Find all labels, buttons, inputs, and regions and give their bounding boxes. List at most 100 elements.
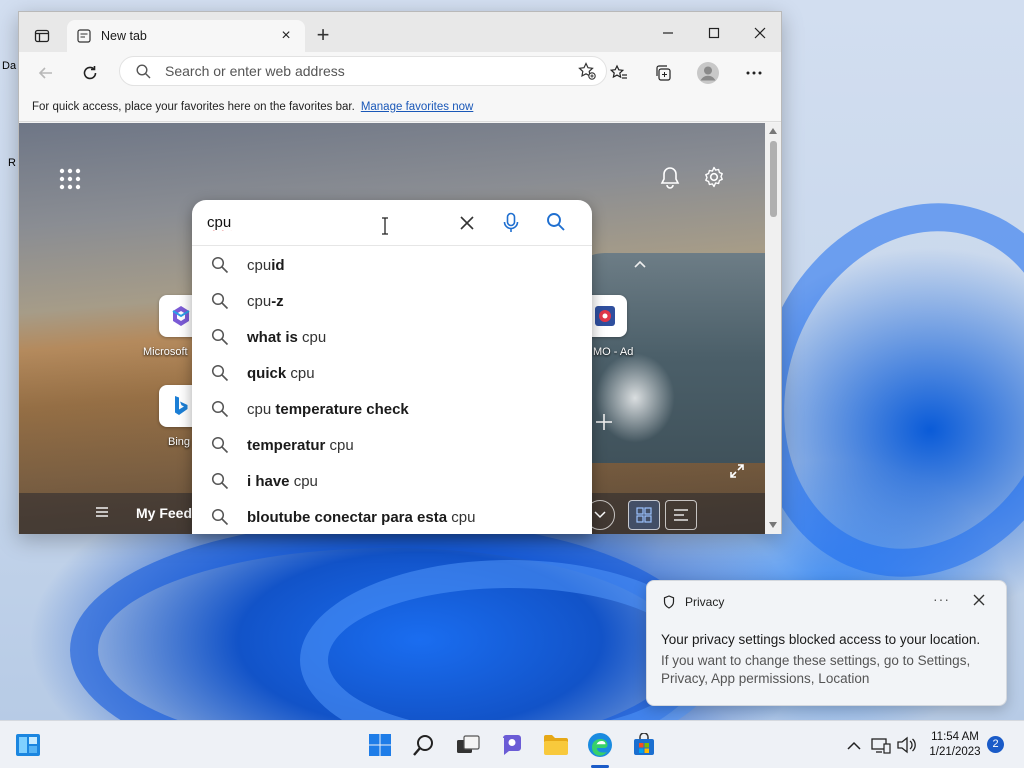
search-suggestion-item[interactable]: cpuid: [192, 247, 592, 283]
ad-site-icon: [595, 306, 615, 326]
close-icon: [973, 594, 985, 606]
browser-toolbar: [19, 52, 781, 92]
notification-more-button[interactable]: ···: [933, 591, 950, 607]
minimize-button[interactable]: [645, 20, 691, 46]
feed-title[interactable]: My Feed: [136, 505, 192, 521]
search-icon: [136, 63, 151, 78]
minimize-icon: [663, 32, 673, 34]
collections-button[interactable]: [648, 58, 678, 88]
notification-count-badge[interactable]: 2: [987, 736, 1004, 753]
voice-search-button[interactable]: [502, 212, 520, 239]
network-button[interactable]: [867, 731, 895, 759]
scroll-down-arrow-icon[interactable]: [769, 522, 777, 528]
web-search-box: cpuid cpu-z what is cpu quick cpu cpu temper…: [192, 200, 592, 534]
star-add-icon: [578, 62, 596, 80]
maximize-button[interactable]: [691, 20, 737, 46]
privacy-notification[interactable]: Privacy ··· Your privacy settings blocke…: [646, 580, 1007, 706]
search-suggestion-text: temperatur cpu: [247, 436, 354, 454]
search-suggestion-item[interactable]: bloutube conectar para esta cpu: [192, 499, 592, 534]
start-button[interactable]: [366, 731, 394, 759]
grid-view-icon: [636, 507, 652, 523]
search-suggestion-text: bloutube conectar para esta cpu: [247, 508, 476, 526]
scroll-up-arrow-icon[interactable]: [769, 128, 777, 134]
edge-taskbar-button[interactable]: [586, 731, 614, 759]
settings-more-button[interactable]: [739, 58, 769, 88]
folder-icon: [544, 735, 568, 755]
tab-actions-button[interactable]: [29, 23, 55, 49]
chevron-up-icon: [847, 741, 861, 750]
favorites-bar-message: For quick access, place your favorites h…: [32, 100, 355, 113]
submit-search-button[interactable]: [546, 212, 566, 237]
close-icon: [460, 216, 474, 230]
grid-view-button[interactable]: [628, 500, 660, 530]
add-favorite-button[interactable]: [578, 62, 596, 85]
notification-close-button[interactable]: [973, 593, 985, 611]
search-suggestion-item[interactable]: cpu-z: [192, 283, 592, 319]
gear-icon: [705, 166, 723, 188]
page-scrollbar[interactable]: [765, 123, 781, 534]
hamburger-menu-icon[interactable]: [95, 505, 109, 519]
store-button[interactable]: [630, 731, 658, 759]
search-suggestion-item[interactable]: what is cpu: [192, 319, 592, 355]
collections-icon: [656, 65, 671, 81]
search-icon: [211, 256, 229, 274]
address-input[interactable]: [165, 63, 545, 79]
microsoft-365-icon: [172, 306, 190, 326]
edge-icon: [588, 733, 612, 757]
system-clock[interactable]: 11:54 AM 1/21/2023: [920, 730, 990, 760]
add-site-icon[interactable]: [595, 413, 613, 431]
page-settings-button[interactable]: [703, 166, 725, 193]
address-bar[interactable]: [119, 56, 607, 86]
search-suggestion-item[interactable]: i have cpu: [192, 463, 592, 499]
desktop-icon-label[interactable]: Da: [2, 60, 16, 72]
task-view-button[interactable]: [454, 731, 482, 759]
search-suggestion-text: what is cpu: [247, 328, 327, 346]
search-suggestion-item[interactable]: quick cpu: [192, 355, 592, 391]
search-suggestion-item[interactable]: temperatur cpu: [192, 427, 592, 463]
more-horizontal-icon: [746, 71, 762, 75]
back-button[interactable]: [31, 58, 61, 88]
file-explorer-button[interactable]: [542, 731, 570, 759]
show-hidden-icons-button[interactable]: [840, 731, 868, 759]
search-suggestion-text: cpu temperature check: [247, 400, 409, 418]
list-view-button[interactable]: [665, 500, 697, 530]
title-bar: New tab × +: [19, 12, 781, 52]
favorites-icon: [610, 64, 627, 79]
new-tab-button[interactable]: +: [311, 24, 335, 48]
manage-favorites-link[interactable]: Manage favorites now: [361, 101, 474, 113]
new-tab-page-icon: [77, 29, 91, 43]
taskbar: 11:54 AM 1/21/2023 2: [0, 720, 1024, 768]
notifications-button[interactable]: [659, 166, 681, 195]
apps-launcher-button[interactable]: [59, 168, 83, 192]
quick-link-label: MO - Ad: [593, 346, 634, 358]
chat-button[interactable]: [498, 731, 526, 759]
fullscreen-image-button[interactable]: [729, 463, 745, 484]
clear-search-button[interactable]: [458, 214, 476, 237]
back-arrow-icon: [38, 67, 52, 79]
tab-new-tab[interactable]: New tab ×: [67, 20, 305, 52]
list-view-icon: [674, 509, 688, 521]
profile-button[interactable]: [693, 58, 723, 88]
close-window-button[interactable]: [737, 20, 783, 46]
speaker-icon: [897, 736, 916, 754]
scroll-thumb[interactable]: [770, 141, 777, 217]
refresh-button[interactable]: [75, 58, 105, 88]
refresh-icon: [83, 66, 97, 80]
tab-actions-icon: [34, 29, 50, 43]
search-suggestion-item[interactable]: cpu temperature check: [192, 391, 592, 427]
store-icon: [634, 733, 654, 755]
search-icon: [211, 292, 229, 310]
volume-button[interactable]: [892, 731, 920, 759]
search-suggestions: cpuid cpu-z what is cpu quick cpu cpu temper…: [192, 247, 592, 534]
favorites-button[interactable]: [604, 58, 634, 88]
search-icon: [547, 213, 565, 231]
clock-date: 1/21/2023: [929, 746, 981, 758]
tab-close-icon[interactable]: ×: [277, 27, 295, 45]
search-taskbar-button[interactable]: [410, 731, 438, 759]
web-search-input[interactable]: [207, 214, 437, 231]
windows-logo-icon: [369, 734, 391, 756]
desktop-icon-label[interactable]: R: [8, 157, 16, 169]
widgets-button[interactable]: [14, 731, 42, 759]
collapse-chevron-icon[interactable]: [633, 259, 647, 269]
shield-icon: [663, 595, 675, 609]
